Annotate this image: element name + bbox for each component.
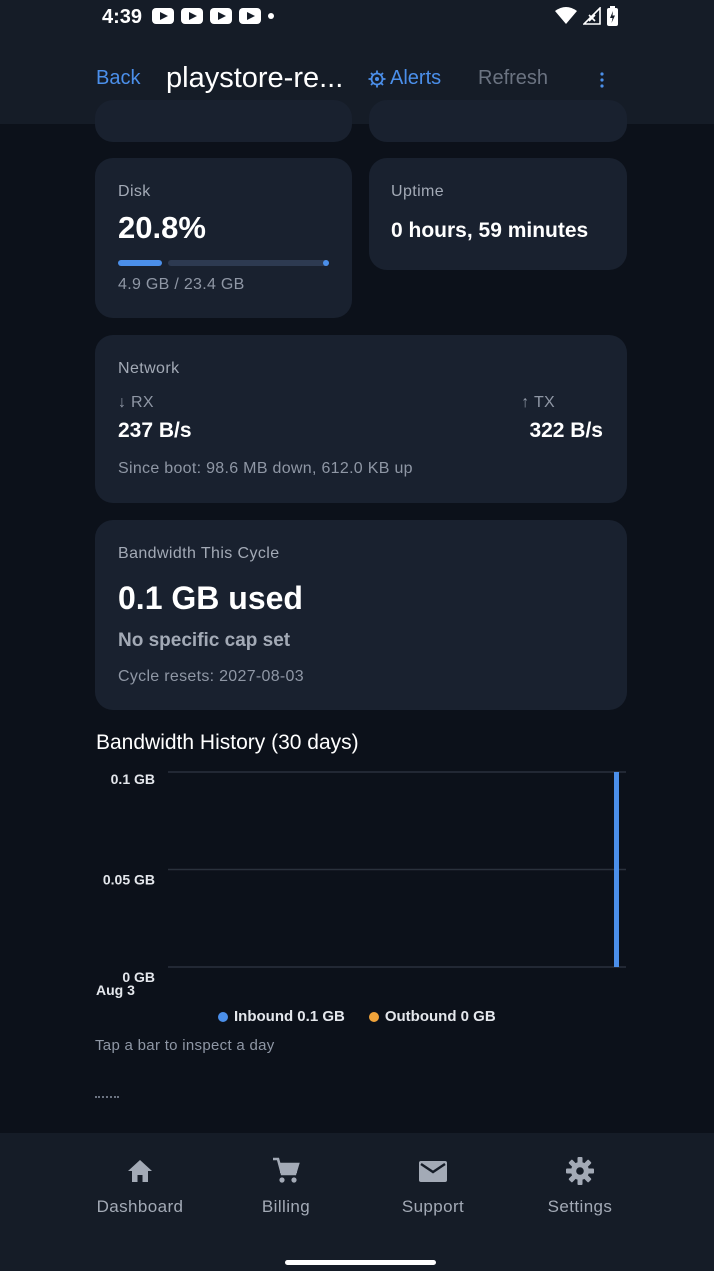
bandwidth-cycle-card: Bandwidth This Cycle 0.1 GB used No spec…: [95, 520, 627, 710]
gear-icon: [368, 70, 386, 87]
nav-support-label: Support: [401, 1197, 465, 1216]
mail-icon: [419, 1161, 447, 1182]
disk-card: Disk 20.8% 4.9 GB / 23.4 GB: [95, 158, 352, 318]
status-bar: 4:39: [0, 0, 714, 34]
disk-label: Disk: [118, 183, 151, 200]
back-button[interactable]: Back: [96, 67, 140, 90]
history-title: Bandwidth History (30 days): [96, 731, 359, 754]
more-notifications-dot-icon: [268, 13, 274, 19]
network-card: Network ↓ RX 237 B/s ↑ TX 322 B/s Since …: [95, 335, 627, 503]
cycle-resets: Cycle resets: 2027-08-03: [118, 668, 304, 685]
page-title: playstore-re...: [166, 62, 344, 94]
more-options-icon[interactable]: [596, 70, 608, 90]
disk-progress-bar: [118, 260, 329, 266]
legend-outbound-label: Outbound 0 GB: [384, 1008, 496, 1025]
nav-billing[interactable]: Billing: [226, 1155, 346, 1217]
bandwidth-history-chart: 0.1 GB0.05 GB0 GBAug 3: [96, 771, 626, 998]
chart-bar[interactable]: [614, 772, 619, 967]
nav-settings-label: Settings: [547, 1197, 613, 1216]
alerts-label: Alerts: [390, 67, 442, 89]
uptime-label: Uptime: [391, 183, 445, 200]
bandwidth-label: Bandwidth This Cycle: [118, 545, 280, 562]
battery-charging-icon: [607, 6, 618, 26]
system-icons: [555, 6, 618, 26]
scrolled-content-edge: [95, 1096, 119, 1100]
rx-label: ↓ RX: [118, 394, 154, 411]
bottom-navigation: Dashboard Billing Support Settings: [0, 1133, 714, 1271]
bandwidth-used: 0.1 GB used: [118, 580, 303, 616]
nav-dashboard[interactable]: Dashboard: [80, 1155, 200, 1217]
youtube-notification-icon: [210, 8, 232, 24]
y-tick-label: 0.05 GB: [103, 872, 155, 888]
tx-label: ↑ TX: [521, 394, 555, 411]
chart-legend: Inbound 0.1 GB Outbound 0 GB: [218, 1008, 496, 1025]
uptime-card: Uptime 0 hours, 59 minutes: [369, 158, 627, 270]
nav-settings[interactable]: Settings: [520, 1155, 640, 1217]
uptime-value: 0 hours, 59 minutes: [391, 219, 589, 242]
youtube-notification-icon: [152, 8, 174, 24]
chart-hint: Tap a bar to inspect a day: [95, 1037, 275, 1054]
disk-progress-track: [167, 260, 329, 266]
app-root: 4:39 Back playstore-re... Alerts Refresh…: [0, 0, 714, 1271]
home-indicator[interactable]: [285, 1260, 436, 1265]
youtube-notification-icon: [239, 8, 261, 24]
since-boot-text: Since boot: 98.6 MB down, 612.0 KB up: [118, 460, 413, 477]
disk-usage: 4.9 GB / 23.4 GB: [118, 276, 245, 293]
rx-value: 237 B/s: [118, 419, 192, 442]
nav-billing-label: Billing: [261, 1197, 311, 1216]
notification-icons: [152, 8, 274, 24]
cart-icon: [273, 1157, 300, 1183]
cell-signal-icon: [583, 7, 601, 25]
wifi-icon: [555, 7, 577, 24]
legend-inbound-label: Inbound 0.1 GB: [234, 1008, 345, 1025]
nav-support[interactable]: Support: [373, 1155, 493, 1217]
scrolled-card-right: [369, 100, 627, 142]
legend-inbound-swatch: [218, 1011, 228, 1022]
network-label: Network: [118, 360, 180, 377]
alerts-button[interactable]: Alerts: [368, 67, 441, 90]
legend-outbound-swatch: [368, 1011, 379, 1022]
home-icon: [128, 1160, 152, 1182]
disk-percent: 20.8%: [118, 210, 206, 245]
tx-value: 322 B/s: [529, 419, 603, 442]
x-tick-label: Aug 3: [96, 982, 135, 998]
disk-progress-end-dot: [323, 260, 329, 266]
disk-progress-fill: [118, 260, 162, 266]
nav-dashboard-label: Dashboard: [96, 1197, 184, 1216]
bandwidth-cap: No specific cap set: [118, 630, 291, 651]
youtube-notification-icon: [181, 8, 203, 24]
status-time: 4:39: [102, 6, 143, 28]
scrolled-card-left: [95, 100, 352, 142]
legend-inbound: Inbound 0.1 GB: [218, 1008, 345, 1025]
y-tick-label: 0.1 GB: [111, 771, 155, 787]
refresh-button[interactable]: Refresh: [478, 67, 548, 90]
legend-outbound: Outbound 0 GB: [368, 1008, 496, 1025]
gear-icon: [566, 1157, 594, 1185]
